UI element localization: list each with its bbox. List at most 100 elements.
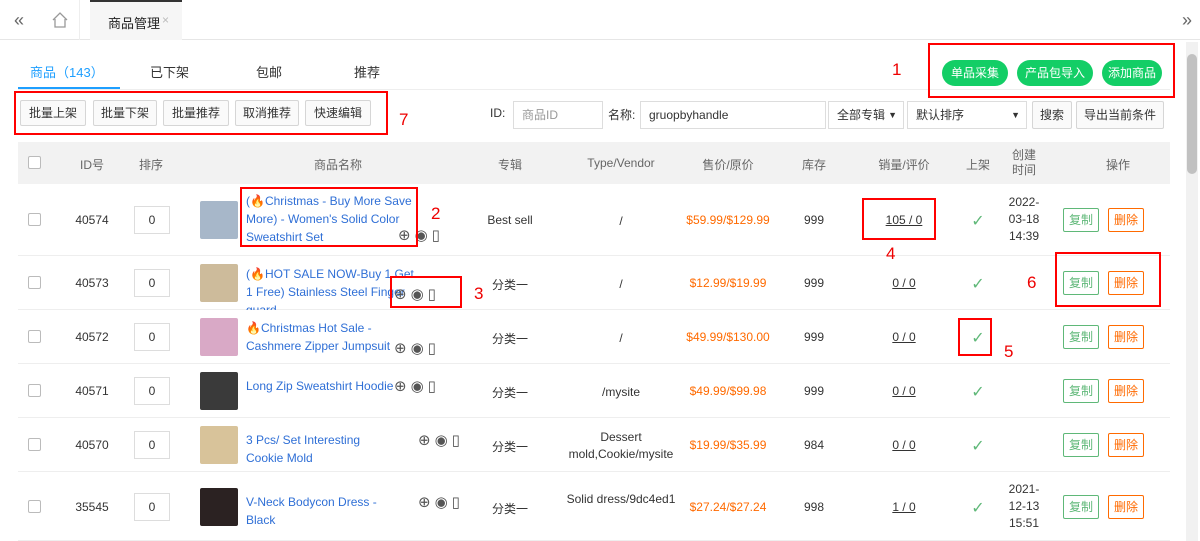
col-onshelf: 上架 [965,158,990,172]
delete-button[interactable]: 删除 [1108,494,1144,519]
eye-icon[interactable]: ◉ [435,432,452,449]
row-id: 40570 [75,438,109,452]
delete-button[interactable]: 删除 [1108,433,1144,457]
id-label: ID: [490,106,506,120]
row-checkbox[interactable] [28,330,41,343]
globe-icon[interactable]: ⊕ [418,494,435,511]
mobile-icon[interactable]: ▯ [452,432,464,449]
row-checkbox[interactable] [28,213,41,226]
tab-product-management[interactable]: 商品管理 × [90,0,182,40]
product-name-link[interactable]: V-Neck Bodycon Dress - Black [246,493,396,529]
copy-button[interactable]: 复制 [1063,208,1099,232]
sort-input[interactable]: 0 [134,431,170,459]
sort-input[interactable]: 0 [134,377,170,405]
eye-icon[interactable]: ◉ [411,378,428,395]
mobile-icon[interactable]: ▯ [428,340,440,357]
onshelf-check-icon[interactable]: ✓ [960,211,996,231]
mobile-icon[interactable]: ▯ [428,378,440,395]
table-row: 40571 0 Long Zip Sweatshirt Hoodie ⊕◉▯ 分类一/m… [18,364,1170,418]
delete-button[interactable]: 删除 [1108,379,1144,403]
product-thumbnail[interactable] [200,487,238,526]
sort-input[interactable]: 0 [134,269,170,297]
top-tab-bar: « 商品管理 × » [0,0,1200,40]
eye-icon[interactable]: ◉ [435,494,452,511]
globe-icon[interactable]: ⊕ [394,378,411,395]
onshelf-check-icon[interactable]: ✓ [960,274,996,294]
double-chevron-left-icon[interactable]: « [8,10,30,30]
sort-input[interactable]: 0 [134,492,170,521]
tab-free-shipping[interactable]: 包邮 [256,62,282,81]
product-thumbnail[interactable] [200,372,238,410]
product-name-link[interactable]: 🔥Christmas Hot Sale -Cashmere Zipper Jum… [246,319,418,355]
row-type-vendor: / [619,214,623,228]
onshelf-check-icon[interactable]: ✓ [960,498,996,518]
product-view-icons: ⊕◉▯ [394,339,440,357]
tab-products[interactable]: 商品（143） [30,62,104,81]
copy-button[interactable]: 复制 [1063,494,1099,519]
table-row: 35545 0 V-Neck Bodycon Dress - Black ⊕◉▯ 分类一… [18,472,1170,541]
mobile-icon[interactable]: ▯ [452,494,464,511]
row-id: 40574 [75,213,109,227]
product-view-icons: ⊕◉▯ [418,493,464,511]
row-checkbox[interactable] [28,499,41,513]
row-id: 40572 [75,330,109,344]
col-type-vendor: Type/Vendor [587,156,655,170]
sort-input[interactable]: 0 [134,206,170,234]
onshelf-check-icon[interactable]: ✓ [960,382,996,402]
collection-select[interactable]: 全部专辑 ▼ [828,101,904,129]
copy-button[interactable]: 复制 [1063,433,1099,457]
id-input[interactable]: 商品ID [513,101,603,129]
name-input[interactable]: gruopbyhandle [640,101,826,129]
delete-button[interactable]: 删除 [1108,208,1144,232]
product-name-link[interactable]: Long Zip Sweatshirt Hoodie [246,377,396,395]
sales-reviews-link[interactable]: 0 / 0 [864,330,944,344]
delete-button[interactable]: 删除 [1108,325,1144,349]
row-stock: 999 [803,330,825,344]
row-collection: 分类一 [491,501,528,516]
product-name-link[interactable]: 3 Pcs/ Set Interesting Cookie Mold [246,431,396,467]
sales-reviews-link[interactable]: 0 / 0 [864,276,944,290]
sales-reviews-link[interactable]: 0 / 0 [864,384,944,398]
caret-down-icon: ▼ [888,110,897,120]
home-tab[interactable] [40,0,80,40]
globe-icon[interactable]: ⊕ [418,432,435,449]
row-type-vendor: / [619,331,623,345]
table-header: ID号 排序 商品名称 专辑 Type/Vendor 售价/原价 库存 销量/评… [18,142,1170,184]
sort-select[interactable]: 默认排序 ▼ [907,101,1027,129]
scrollbar-thumb[interactable] [1187,54,1197,174]
sort-input[interactable]: 0 [134,323,170,351]
col-sort: 排序 [138,158,163,172]
product-thumbnail[interactable] [200,201,238,239]
product-thumbnail[interactable] [200,264,238,302]
sales-reviews-link[interactable]: 0 / 0 [864,438,944,452]
row-checkbox[interactable] [28,276,41,289]
sales-reviews-link[interactable]: 1 / 0 [864,500,944,514]
annotation-box-1 [928,43,1175,98]
select-all-checkbox[interactable] [28,156,41,169]
product-thumbnail[interactable] [200,426,238,464]
onshelf-check-icon[interactable]: ✓ [960,436,996,456]
mobile-icon[interactable]: ▯ [432,227,444,244]
row-created-time: 2022- [1008,195,1040,209]
caret-down-icon: ▼ [1011,110,1020,120]
row-checkbox[interactable] [28,438,41,451]
tab-recommended[interactable]: 推荐 [354,62,380,81]
export-button[interactable]: 导出当前条件 [1076,101,1164,129]
eye-icon[interactable]: ◉ [411,340,428,357]
copy-button[interactable]: 复制 [1063,325,1099,349]
annotation-box-2 [240,187,418,247]
row-created-time: 12-13 [1008,498,1040,513]
close-icon[interactable]: × [162,13,169,27]
globe-icon[interactable]: ⊕ [394,340,411,357]
annotation-number-6: 6 [1027,273,1037,292]
product-thumbnail[interactable] [200,318,238,356]
row-type-vendor: /mysite [601,385,640,399]
search-button[interactable]: 搜索 [1032,101,1072,129]
double-chevron-right-icon[interactable]: » [1182,10,1192,31]
tab-delisted[interactable]: 已下架 [150,62,189,81]
row-id: 35545 [75,499,109,514]
copy-button[interactable]: 复制 [1063,379,1099,403]
row-checkbox[interactable] [28,384,41,397]
table-row: 40574 0 (🔥Christmas - Buy More Save More) … [18,184,1170,256]
row-collection: Best sell [487,213,533,227]
